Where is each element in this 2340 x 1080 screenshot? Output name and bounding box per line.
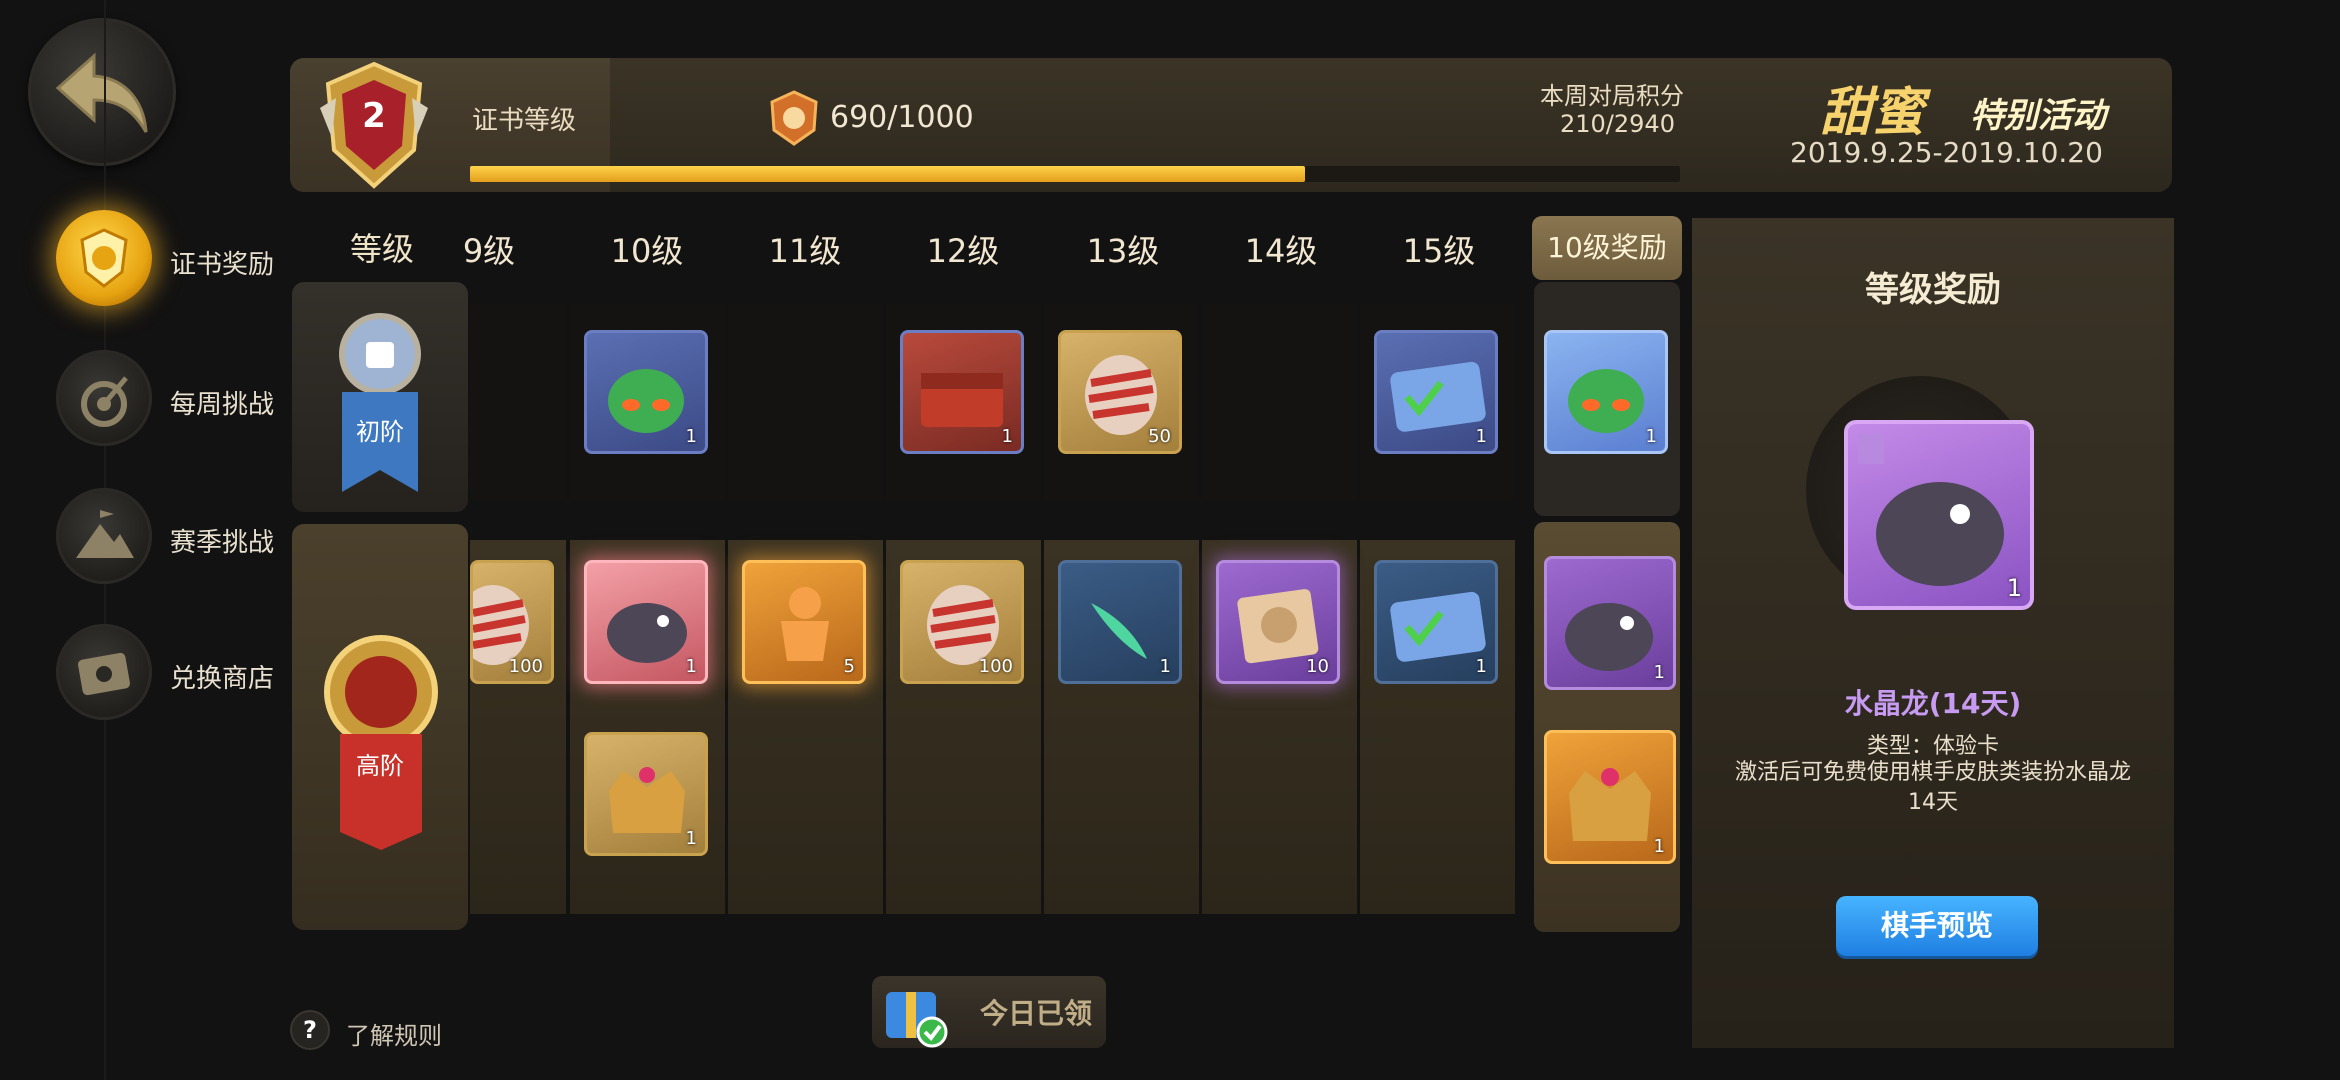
- tier-basic-row-label: 初阶: [292, 282, 468, 512]
- level-reward-basic-item[interactable]: 1: [1544, 330, 1668, 454]
- target-icon: [56, 350, 152, 446]
- reward-item-ticket-card[interactable]: 1: [1374, 560, 1498, 684]
- sidebar-item-exchange-shop[interactable]: 兑换商店: [56, 624, 296, 724]
- item-count: 100: [978, 656, 1013, 677]
- level-badge-number: 2: [362, 96, 386, 136]
- points-medal-icon: [766, 90, 822, 146]
- item-count: 1: [1475, 656, 1487, 677]
- level-progress-fill: [470, 166, 1305, 182]
- column-header-15: 15级: [1402, 232, 1476, 270]
- item-count: 5: [843, 656, 855, 677]
- certificate-level-label: 证书等级: [472, 106, 577, 136]
- ticket-icon: [56, 624, 152, 720]
- reward-item-candy[interactable]: 100: [457, 560, 554, 684]
- reward-item-name: 水晶龙(14天): [1844, 687, 2022, 720]
- tier-advanced-label: 高阶: [356, 752, 404, 780]
- reward-detail-title: 等级奖励: [1865, 270, 2001, 310]
- sidebar-item-label: 每周挑战: [170, 390, 275, 420]
- item-count: 1: [1159, 656, 1171, 677]
- item-count: 1: [1001, 426, 1013, 447]
- column-header-14: 14级: [1244, 232, 1318, 270]
- item-count: 1: [1645, 426, 1657, 447]
- grid-cell: [470, 304, 566, 500]
- item-count: 100: [508, 656, 543, 677]
- sidebar-item-label: 兑换商店: [170, 664, 275, 694]
- item-count: 1: [685, 656, 697, 677]
- rules-link[interactable]: 了解规则: [346, 1016, 442, 1051]
- reward-item-description: 激活后可免费使用棋手皮肤类装扮水晶龙14天: [1734, 760, 2131, 815]
- event-dates: 2019.9.25-2019.10.20: [1790, 136, 2103, 169]
- reward-item-crown-chest[interactable]: 1: [584, 732, 708, 856]
- tier-advanced-banner-icon: [324, 635, 438, 850]
- certificate-points: 690/1000: [830, 100, 974, 135]
- reward-item-candy[interactable]: 100: [900, 560, 1024, 684]
- tab-level-reward[interactable]: 10级奖励: [1532, 216, 1682, 280]
- level-badge-icon: 2: [306, 58, 442, 194]
- mountain-flag-icon: [56, 488, 152, 584]
- event-title: 甜蜜: [1820, 82, 1925, 143]
- column-header-13: 13级: [1086, 232, 1160, 270]
- reward-item-type: 类型：体验卡: [1866, 734, 1999, 759]
- sidebar-item-certificate-reward[interactable]: 证书奖励: [56, 210, 296, 310]
- reward-item-gingerbread[interactable]: 5: [742, 560, 866, 684]
- item-count: 1: [1653, 662, 1665, 683]
- certificate-shield-icon: [56, 210, 152, 306]
- grid-cell: [728, 304, 883, 500]
- column-header-11: 11级: [768, 232, 842, 270]
- reward-item-goblin-avatar[interactable]: 1: [584, 330, 708, 454]
- item-count: 1: [1475, 426, 1487, 447]
- item-count: 50: [1148, 426, 1171, 447]
- reward-item-candy[interactable]: 50: [1058, 330, 1182, 454]
- tier-advanced-row-label: 高阶: [292, 524, 468, 930]
- column-header-12: 12级: [926, 232, 1000, 270]
- reward-item-fish-effect[interactable]: 1: [1058, 560, 1182, 684]
- sidebar-item-label: 赛季挑战: [170, 528, 275, 558]
- daily-claim-label: 今日已领: [980, 997, 1093, 1030]
- item-count: 1: [685, 426, 697, 447]
- column-header-9: 9级: [462, 232, 516, 270]
- level-reward-advanced-item-crown[interactable]: 1: [1544, 730, 1676, 864]
- event-subtitle: 特别活动: [1970, 96, 2106, 136]
- gift-box-icon: [876, 970, 956, 1050]
- player-preview-button[interactable]: 棋手预览: [1836, 896, 2038, 956]
- item-count: 1: [2006, 574, 2022, 602]
- help-icon[interactable]: ?: [290, 1010, 330, 1050]
- grid-cell: [1202, 304, 1357, 500]
- weekly-points-value: 210/2940: [1560, 110, 1675, 138]
- column-header-10: 10级: [610, 232, 684, 270]
- item-count: 1: [1653, 836, 1665, 857]
- reward-detail-item: 1: [1844, 420, 2034, 610]
- back-button[interactable]: [28, 18, 176, 166]
- item-count: 10: [1306, 656, 1329, 677]
- reward-item-ticket-card[interactable]: 1: [1374, 330, 1498, 454]
- sidebar-item-weekly-challenge[interactable]: 每周挑战: [56, 350, 296, 450]
- tier-basic-banner-icon: [339, 313, 421, 492]
- tier-basic-label: 初阶: [356, 418, 404, 446]
- reward-item-dragon-skin[interactable]: 1: [584, 560, 708, 684]
- sidebar-item-season-challenge[interactable]: 赛季挑战: [56, 488, 296, 588]
- weekly-points-label: 本周对局积分: [1540, 82, 1684, 110]
- sidebar-item-label: 证书奖励: [170, 250, 275, 280]
- reward-item-treasure-chest[interactable]: 1: [900, 330, 1024, 454]
- level-reward-advanced-item-dragon[interactable]: 1: [1544, 556, 1676, 690]
- item-count: 1: [685, 828, 697, 849]
- level-progress-bar: [470, 166, 1680, 182]
- reward-item-lion-card[interactable]: 10: [1216, 560, 1340, 684]
